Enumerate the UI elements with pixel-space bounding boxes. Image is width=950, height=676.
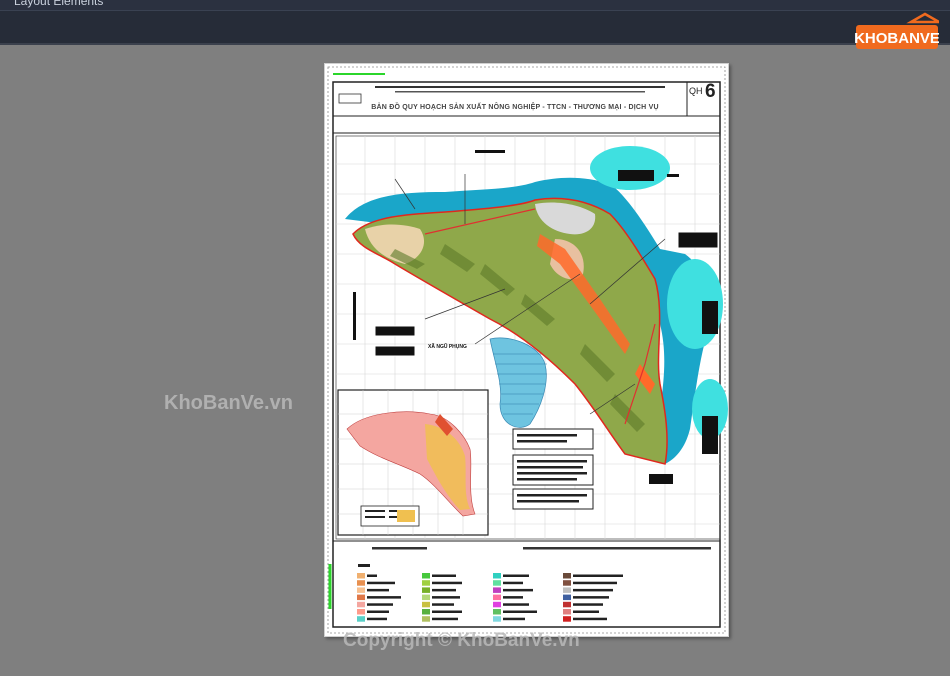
panel-title-bar: Layout Elements (0, 0, 950, 10)
panel-title: Layout Elements (14, 0, 104, 8)
commune-label: XÃ NGŨ PHỤNG (428, 344, 467, 350)
layout-sheet[interactable]: BẢN ĐỒ QUY HOẠCH SẢN XUẤT NÔNG NGHIỆP - … (324, 63, 729, 637)
logo-text: KHOBANVE (855, 30, 939, 47)
drawing-title: BẢN ĐỒ QUY HOẠCH SẢN XUẤT NÔNG NGHIỆP - … (371, 104, 659, 111)
planning-map-drawing (327, 66, 728, 634)
sheet-code: QH (689, 86, 703, 96)
watermark-text: KhoBanVe.vn (164, 392, 293, 414)
toolbar (0, 10, 950, 45)
sheet-number: 6 (705, 81, 716, 102)
khobanve-logo: KHOBANVE (855, 12, 939, 49)
copyright-text: Copyright © KhoBanVe.vn (343, 630, 580, 651)
